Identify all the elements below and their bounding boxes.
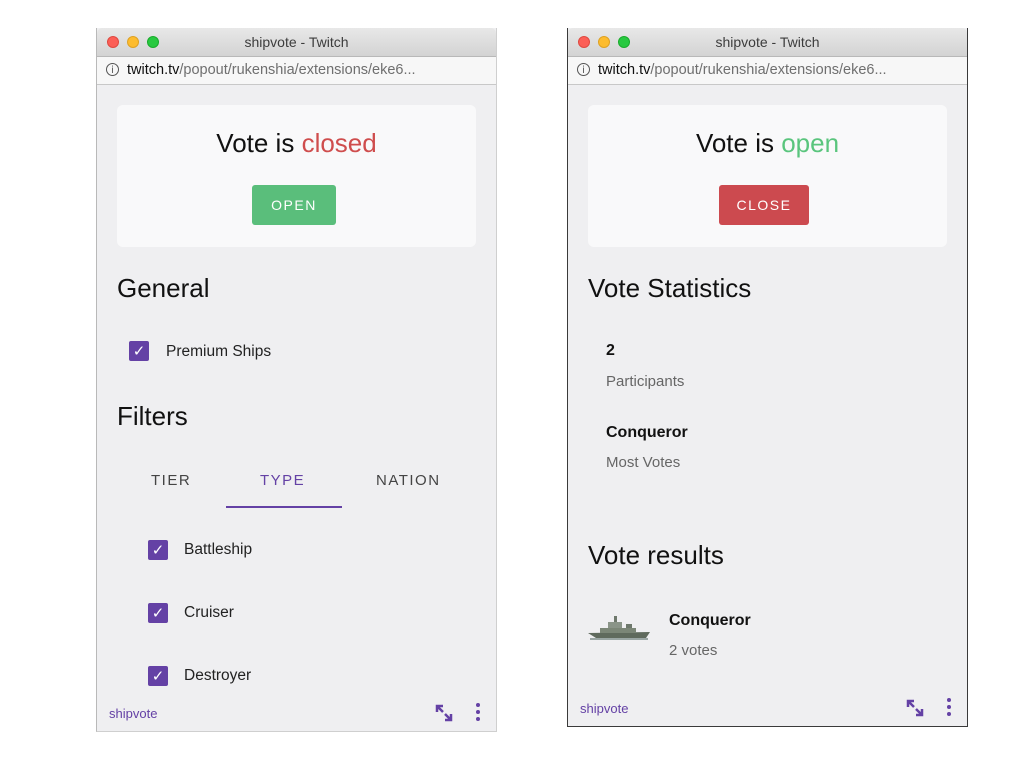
popout-window-right: shipvote - Twitch i twitch.tv/popout/ruk… [567, 28, 968, 727]
vote-results-heading: Vote results [588, 540, 724, 570]
general-heading: General [117, 273, 210, 303]
footer-brand-link[interactable]: shipvote [109, 706, 157, 721]
url-host: twitch.tv [598, 62, 651, 78]
premium-ships-label[interactable]: Premium Ships [166, 343, 271, 361]
cruiser-checkbox[interactable]: ✓ [148, 603, 168, 623]
open-vote-button[interactable]: OPEN [252, 185, 336, 225]
footer-brand-link[interactable]: shipvote [580, 701, 628, 716]
cruiser-label[interactable]: Cruiser [184, 604, 234, 622]
tab-nation[interactable]: NATION [376, 472, 441, 489]
url-text[interactable]: twitch.tv/popout/rukenshia/extensions/ek… [127, 57, 416, 84]
tab-type[interactable]: TYPE [260, 472, 305, 489]
destroyer-label[interactable]: Destroyer [184, 667, 251, 685]
result-ship-name: Conqueror [669, 612, 751, 629]
checkmark-icon: ✓ [151, 667, 165, 685]
ship-thumbnail [588, 616, 650, 640]
checkmark-icon: ✓ [132, 342, 146, 360]
battleship-label[interactable]: Battleship [184, 541, 252, 559]
address-bar[interactable]: i twitch.tv/popout/rukenshia/extensions/… [568, 57, 967, 85]
checkmark-icon: ✓ [151, 604, 165, 622]
vote-status-heading: Vote is open [588, 128, 947, 159]
more-vertical-icon[interactable] [946, 698, 952, 718]
vote-status-heading: Vote is closed [117, 128, 476, 159]
most-votes-label: Most Votes [606, 454, 681, 471]
most-votes-value: Conqueror [606, 424, 688, 441]
vote-status-card: Vote is closed OPEN [117, 105, 476, 247]
vote-status-value: closed [301, 128, 377, 158]
checkmark-icon: ✓ [151, 541, 165, 559]
vote-status-prefix: Vote is [695, 128, 782, 158]
picture-in-picture-icon[interactable] [905, 698, 925, 718]
info-icon[interactable]: i [106, 63, 119, 76]
battleship-checkbox[interactable]: ✓ [148, 540, 168, 560]
window-titlebar[interactable]: shipvote - Twitch [97, 28, 496, 57]
active-tab-indicator [226, 506, 342, 508]
window-titlebar[interactable]: shipvote - Twitch [568, 28, 967, 57]
vote-status-prefix: Vote is [216, 128, 302, 158]
result-vote-count: 2 votes [669, 642, 718, 659]
destroyer-checkbox[interactable]: ✓ [148, 666, 168, 686]
vote-status-value: open [781, 128, 840, 158]
tab-tier[interactable]: TIER [151, 472, 191, 489]
participants-label: Participants [606, 373, 685, 390]
more-vertical-icon[interactable] [475, 703, 481, 723]
address-bar[interactable]: i twitch.tv/popout/rukenshia/extensions/… [97, 57, 496, 85]
url-path: /popout/rukenshia/extensions/eke6... [650, 62, 887, 78]
popout-window-left: shipvote - Twitch i twitch.tv/popout/ruk… [96, 28, 497, 732]
vote-status-card: Vote is open CLOSE [588, 105, 947, 247]
url-text[interactable]: twitch.tv/popout/rukenshia/extensions/ek… [598, 57, 887, 84]
vote-statistics-heading: Vote Statistics [588, 273, 752, 303]
window-title: shipvote - Twitch [244, 34, 349, 50]
window-title: shipvote - Twitch [715, 34, 820, 50]
picture-in-picture-icon[interactable] [434, 703, 454, 723]
premium-ships-checkbox[interactable]: ✓ [129, 341, 149, 361]
url-host: twitch.tv [127, 62, 180, 78]
filters-heading: Filters [117, 401, 188, 431]
close-vote-button[interactable]: CLOSE [719, 185, 809, 225]
url-path: /popout/rukenshia/extensions/eke6... [179, 62, 416, 78]
participants-count: 2 [606, 342, 615, 359]
info-icon[interactable]: i [577, 63, 590, 76]
